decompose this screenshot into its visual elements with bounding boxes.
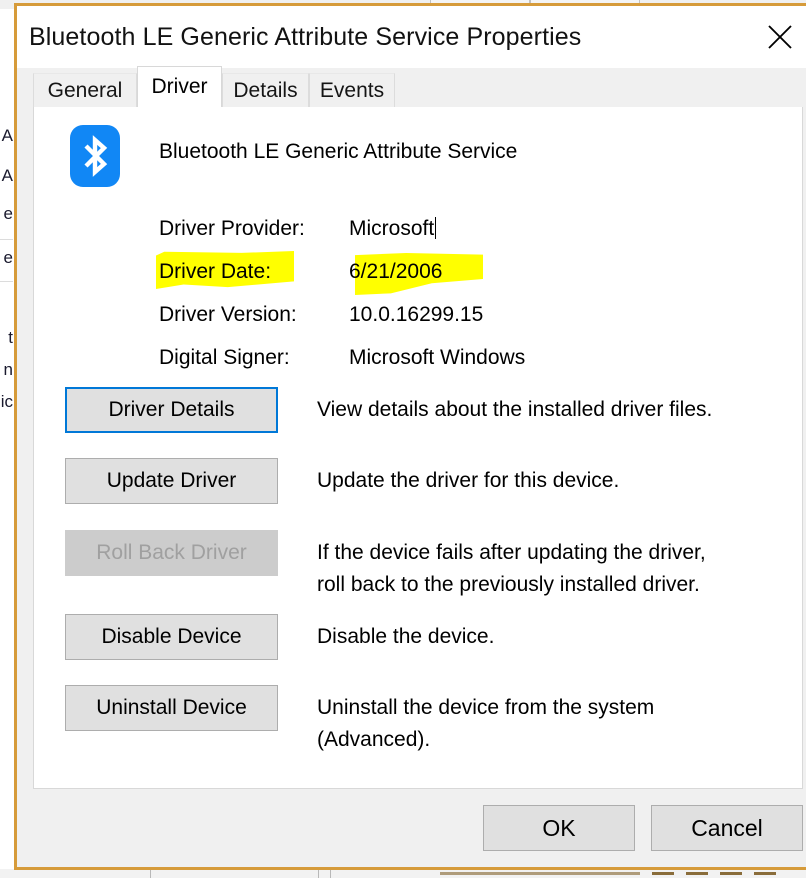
property-value-text: Microsoft [349, 216, 435, 240]
background-text-fragment: ic [0, 393, 13, 410]
tab-label: General [47, 78, 123, 102]
background-status-dash [440, 872, 640, 875]
close-button[interactable] [749, 6, 806, 68]
property-row-driver-version: Driver Version: 10.0.16299.15 [159, 293, 525, 336]
roll-back-driver-button: Roll Back Driver [65, 530, 278, 576]
background-status-dash [720, 872, 742, 875]
property-label: Driver Date: [159, 259, 272, 283]
tab-label: Driver [151, 75, 208, 98]
uninstall-device-button[interactable]: Uninstall Device [65, 685, 278, 731]
cancel-button[interactable]: Cancel [651, 805, 803, 851]
property-value: Microsoft Windows [349, 345, 526, 369]
background-status-dash [686, 872, 708, 875]
action-row-uninstall-device: Uninstall Device Uninstall the device fr… [34, 685, 802, 756]
background-text-fragment: A [1, 167, 13, 184]
text-caret [435, 216, 437, 239]
background-text-fragment: e [3, 249, 13, 266]
tab-general[interactable]: General [33, 73, 137, 107]
tab-strip: General Driver Details Events [17, 66, 806, 107]
driver-tab-panel: Bluetooth LE Generic Attribute Service D… [33, 107, 803, 789]
action-description: Update the driver for this device. [317, 469, 620, 492]
action-description: View details about the installed driver … [317, 398, 713, 421]
action-description: Uninstall the device from the system (Ad… [317, 696, 655, 751]
background-status-tick [318, 869, 319, 878]
action-row-roll-back-driver: Roll Back Driver If the device fails aft… [34, 530, 802, 601]
property-row-driver-date: Driver Date: 6/21/2006 [156, 250, 525, 295]
background-divider [0, 239, 13, 240]
driver-actions: Driver Details View details about the in… [34, 387, 802, 756]
background-text-fragment: e [3, 205, 13, 222]
dialog-title: Bluetooth LE Generic Attribute Service P… [29, 22, 582, 51]
action-row-update-driver: Update Driver Update the driver for this… [34, 458, 802, 504]
property-value: Microsoft [349, 216, 437, 241]
action-row-disable-device: Disable Device Disable the device. [34, 614, 802, 660]
background-text-fragment: t [8, 329, 13, 346]
property-label: Driver Provider: [159, 216, 305, 240]
dialog-titlebar: Bluetooth LE Generic Attribute Service P… [17, 6, 806, 68]
properties-dialog: Bluetooth LE Generic Attribute Service P… [14, 3, 806, 870]
tab-details[interactable]: Details [222, 73, 309, 107]
device-header: Bluetooth LE Generic Attribute Service [34, 125, 517, 187]
action-description: Disable the device. [317, 625, 495, 648]
device-name: Bluetooth LE Generic Attribute Service [159, 140, 518, 163]
background-status-dash [754, 872, 776, 875]
property-value: 6/21/2006 [349, 259, 443, 283]
bluetooth-icon [70, 125, 120, 187]
background-status-dash [652, 872, 674, 875]
background-status-tick [330, 869, 331, 878]
property-value: 10.0.16299.15 [349, 302, 484, 326]
tab-driver[interactable]: Driver [137, 66, 222, 107]
property-row-driver-provider: Driver Provider: Microsoft [159, 207, 525, 250]
tab-label: Events [319, 78, 385, 102]
disable-device-button[interactable]: Disable Device [65, 614, 278, 660]
background-text-fragment: A [1, 127, 13, 144]
property-row-digital-signer: Digital Signer: Microsoft Windows [159, 336, 525, 379]
action-row-driver-details: Driver Details View details about the in… [34, 387, 802, 433]
background-divider [0, 281, 13, 282]
background-status-tick [150, 869, 151, 878]
ok-button[interactable]: OK [483, 805, 635, 851]
background-text-fragment: n [3, 361, 13, 378]
driver-properties-list: Driver Provider: Microsoft Driver Date: … [156, 207, 525, 379]
tab-events[interactable]: Events [309, 73, 395, 107]
driver-details-button[interactable]: Driver Details [65, 387, 278, 433]
tab-label: Details [233, 78, 298, 102]
close-icon [765, 22, 795, 52]
update-driver-button[interactable]: Update Driver [65, 458, 278, 504]
property-label: Driver Version: [159, 302, 297, 326]
property-label: Digital Signer: [159, 345, 290, 369]
action-description: If the device fails after updating the d… [317, 541, 706, 596]
dialog-footer: OK Cancel [17, 789, 806, 867]
background-tree-column: A A e e t n ic [0, 9, 14, 878]
